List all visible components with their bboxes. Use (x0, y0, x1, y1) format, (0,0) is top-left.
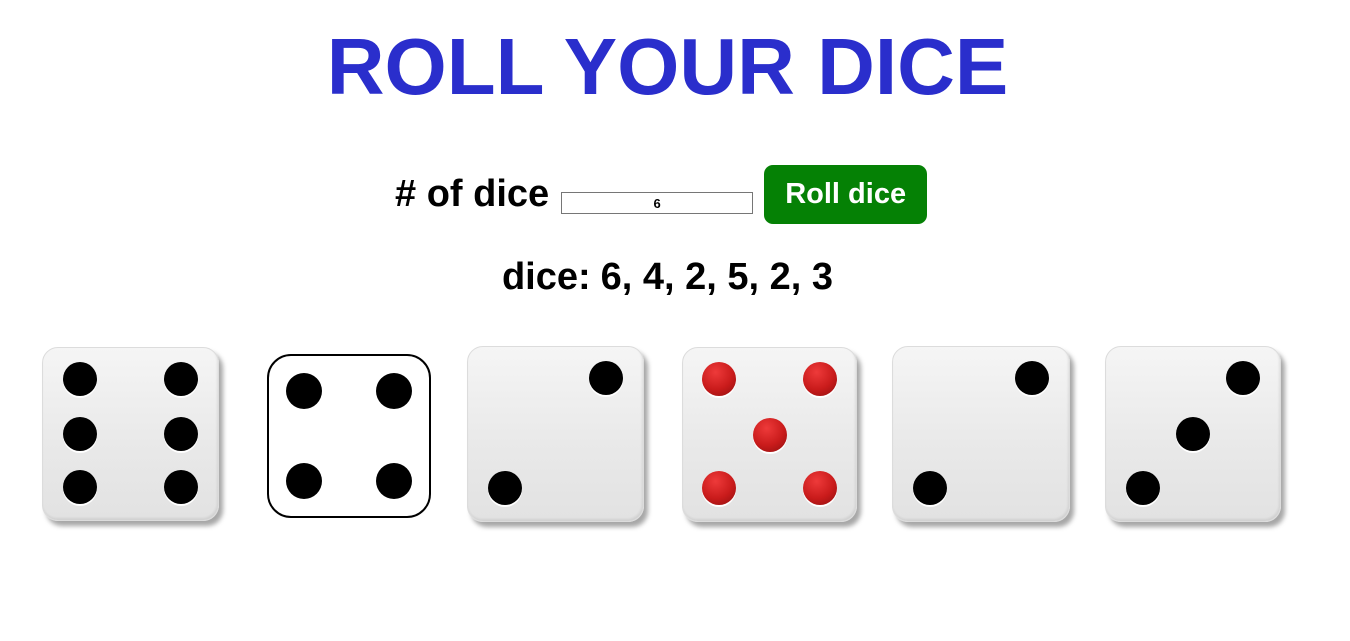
die-3 (467, 346, 644, 522)
die-pip (62, 470, 97, 505)
dice-result-label: dice: (501, 256, 591, 298)
roll-dice-button[interactable]: Roll dice (764, 164, 928, 224)
die-pip (912, 470, 947, 505)
dice-controls: # of dice Roll dice (395, 164, 928, 224)
die-2 (267, 354, 431, 518)
die-pip (164, 361, 199, 396)
die-pip (62, 417, 97, 451)
die-pip (164, 470, 199, 505)
die-pip (1176, 417, 1210, 451)
die-pip (1015, 361, 1050, 396)
die-pip (702, 471, 737, 506)
die-pip (375, 373, 412, 410)
die-pip (1226, 361, 1261, 396)
die-pip (802, 362, 837, 397)
die-pip (286, 373, 323, 410)
die-pip (589, 361, 624, 396)
die-pip (164, 417, 199, 451)
die-pip (487, 470, 522, 505)
die-pip (1125, 470, 1160, 505)
dice-result-values: 6, 4, 2, 5, 2, 3 (600, 256, 834, 298)
page-title: ROLL YOUR DICE (326, 22, 1009, 111)
die-pip (62, 361, 97, 396)
dice-count-input[interactable] (561, 192, 754, 214)
dice-result: dice: 6, 4, 2, 5, 2, 3 (0, 254, 1335, 300)
die-pip (752, 417, 787, 452)
die-6 (1105, 346, 1281, 522)
die-1 (42, 347, 219, 521)
die-4 (682, 347, 857, 522)
die-5 (892, 346, 1070, 522)
die-pip (286, 462, 323, 499)
dice-count-label: # of dice (395, 173, 550, 215)
die-pip (802, 471, 837, 506)
die-pip (702, 362, 737, 397)
die-pip (375, 462, 412, 499)
